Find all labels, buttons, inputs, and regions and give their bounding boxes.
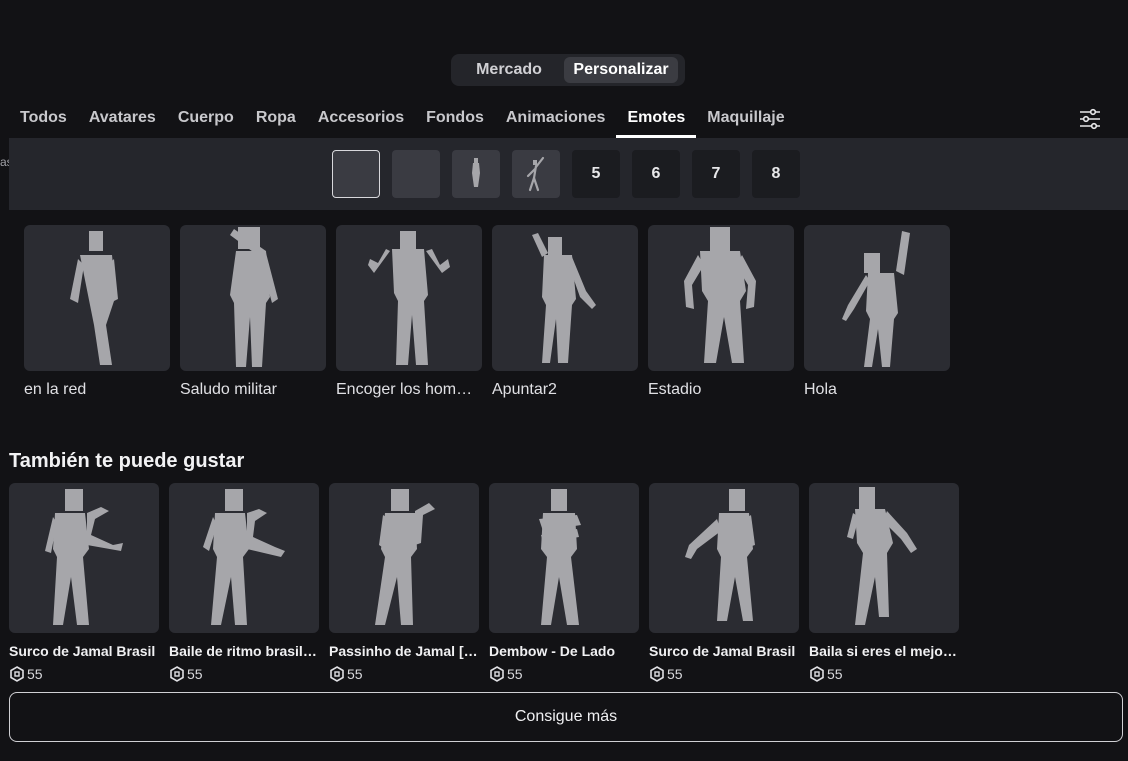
recommended-card[interactable]: [649, 483, 799, 633]
emote-slot-5[interactable]: 5: [572, 150, 620, 198]
recommended-price: 55: [9, 666, 43, 682]
tab-maquillaje[interactable]: Maquillaje: [696, 104, 795, 138]
recommended-card[interactable]: [809, 483, 959, 633]
get-more-button[interactable]: Consigue más: [9, 692, 1123, 742]
price-value: 55: [667, 666, 683, 682]
tab-ropa[interactable]: Ropa: [245, 104, 307, 138]
avatar-figure-icon: [203, 489, 285, 625]
emote-card-estadio[interactable]: [648, 225, 794, 371]
filter-button[interactable]: [1078, 107, 1102, 131]
recommended-card[interactable]: [169, 483, 319, 633]
recommended-card[interactable]: [9, 483, 159, 633]
recommended-name[interactable]: Dembow - De Lado: [489, 643, 639, 659]
robux-icon: [490, 666, 504, 682]
recommended-price: 55: [809, 666, 843, 682]
price-value: 55: [827, 666, 843, 682]
robux-icon: [330, 666, 344, 682]
recommended-name[interactable]: Baila si eres el mejo…: [809, 643, 959, 659]
avatar-figure-icon: [684, 227, 756, 363]
recommended-name[interactable]: Surco de Jamal Brasil: [9, 643, 159, 659]
emote-label: en la red: [24, 381, 87, 398]
recommended-name[interactable]: Baile de ritmo brasil…: [169, 643, 319, 659]
emote-label: Encoger los hom…: [336, 381, 473, 398]
emote-slot-8[interactable]: 8: [752, 150, 800, 198]
category-tabs: Todos Avatares Cuerpo Ropa Accesorios Fo…: [9, 104, 796, 138]
emote-label: Hola: [804, 381, 837, 398]
recommended-name[interactable]: Passinho de Jamal […: [329, 643, 479, 659]
robux-icon: [10, 666, 24, 682]
recommended-card[interactable]: [329, 483, 479, 633]
emote-slot-7[interactable]: 7: [692, 150, 740, 198]
robux-icon: [650, 666, 664, 682]
tab-accesorios[interactable]: Accesorios: [307, 104, 415, 138]
emote-label: Estadio: [648, 381, 702, 398]
robux-icon: [170, 666, 184, 682]
recommended-price: 55: [169, 666, 203, 682]
emote-slot-3[interactable]: [452, 150, 500, 198]
customize-toggle-button[interactable]: Personalizar: [564, 57, 678, 83]
robux-icon: [810, 666, 824, 682]
tab-avatares[interactable]: Avatares: [78, 104, 167, 138]
tab-cuerpo[interactable]: Cuerpo: [167, 104, 245, 138]
price-value: 55: [507, 666, 523, 682]
emote-figure-icon: [472, 158, 480, 187]
recommended-card[interactable]: [489, 483, 639, 633]
price-value: 55: [347, 666, 363, 682]
recommended-price: 55: [489, 666, 523, 682]
avatar-figure-icon: [45, 489, 123, 625]
market-customize-toggle: Mercado Personalizar: [451, 54, 685, 86]
emote-figure-icon: [526, 156, 545, 192]
avatar-figure-icon: [685, 489, 755, 621]
avatar-figure-icon: [847, 487, 917, 625]
avatar-figure-icon: [70, 231, 118, 365]
avatar-figure-icon: [842, 231, 910, 367]
emote-label: Saludo militar: [180, 381, 277, 398]
market-toggle-button[interactable]: Mercado: [454, 57, 564, 83]
recommended-price: 55: [649, 666, 683, 682]
emote-slot-1[interactable]: [332, 150, 380, 198]
tab-animaciones[interactable]: Animaciones: [495, 104, 617, 138]
price-value: 55: [27, 666, 43, 682]
price-value: 55: [187, 666, 203, 682]
section-title: También te puede gustar: [9, 450, 245, 472]
tab-emotes[interactable]: Emotes: [616, 104, 697, 138]
emote-card-saludo-militar[interactable]: [180, 225, 326, 371]
avatar-figure-icon: [230, 227, 278, 367]
emote-slot-6[interactable]: 6: [632, 150, 680, 198]
avatar-figure-icon: [532, 233, 596, 363]
edge-text: as: [0, 155, 9, 169]
avatar-figure-icon: [375, 489, 435, 625]
recommended-price: 55: [329, 666, 363, 682]
emote-card-hola[interactable]: [804, 225, 950, 371]
emote-card-encoger-los-hombros[interactable]: [336, 225, 482, 371]
emote-label: Apuntar2: [492, 381, 557, 398]
tab-fondos[interactable]: Fondos: [415, 104, 495, 138]
tab-todos[interactable]: Todos: [9, 104, 78, 138]
emote-slot-2[interactable]: [392, 150, 440, 198]
emote-slot-bar: [9, 138, 1128, 210]
recommended-name[interactable]: Surco de Jamal Brasil: [649, 643, 799, 659]
emote-card-en-la-red[interactable]: [24, 225, 170, 371]
avatar-figure-icon: [539, 489, 581, 625]
avatar-figure-icon: [368, 231, 450, 365]
emote-slot-4[interactable]: [512, 150, 560, 198]
emote-card-apuntar2[interactable]: [492, 225, 638, 371]
sliders-icon: [1080, 108, 1100, 130]
